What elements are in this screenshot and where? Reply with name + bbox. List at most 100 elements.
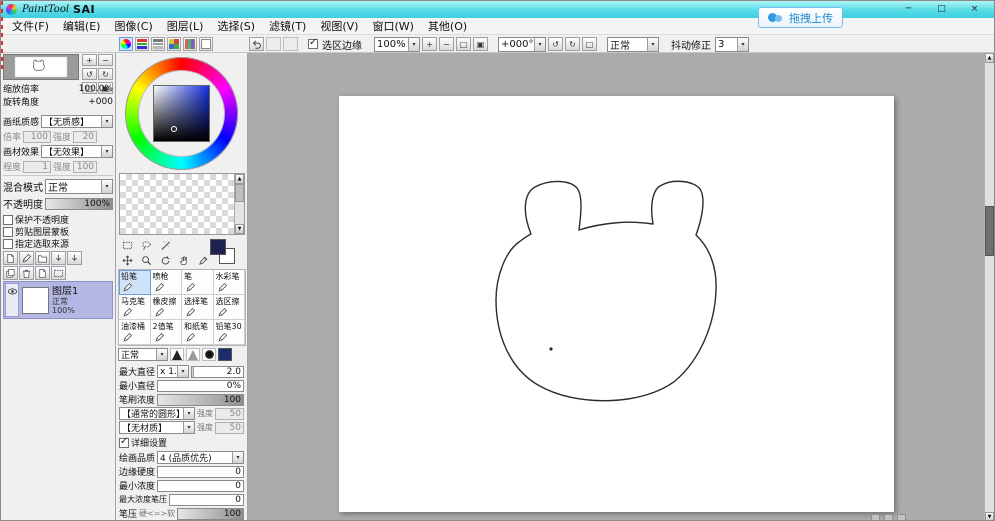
undo-button[interactable] xyxy=(249,37,264,51)
tool-airbrush[interactable]: 喷枪 xyxy=(151,270,183,295)
minimize-button[interactable]: ─ xyxy=(894,2,923,17)
navigator-zoom-in-button[interactable]: + xyxy=(82,54,97,66)
paper-scale-slider[interactable]: 100 xyxy=(23,131,51,143)
paper-texture-select[interactable]: 【无质感】▾ xyxy=(41,115,113,128)
tool-pen[interactable]: 笔 xyxy=(182,270,214,295)
zoom-out-button[interactable]: − xyxy=(439,37,454,51)
shape-strength-slider[interactable]: 50 xyxy=(215,408,244,420)
status-icon[interactable] xyxy=(871,514,880,521)
layer-opacity-slider[interactable]: 100% xyxy=(45,198,113,210)
menu-select[interactable]: 选择(S) xyxy=(210,17,262,35)
merge-down-button[interactable] xyxy=(67,251,82,265)
clipping-group-checkbox[interactable] xyxy=(3,227,13,237)
maximize-button[interactable]: □ xyxy=(927,2,956,17)
scrollbar-thumb[interactable] xyxy=(985,206,994,256)
scratchpad-scroll-up[interactable]: ▲ xyxy=(235,174,244,184)
max-diameter-slider[interactable]: 2.0 xyxy=(191,366,244,378)
advanced-settings-checkbox[interactable] xyxy=(119,438,129,448)
tool-eraser[interactable]: 橡皮擦 xyxy=(151,295,183,320)
brush-texture-select[interactable]: 【无材质】▾ xyxy=(119,421,195,434)
brush-tip-round-icon[interactable] xyxy=(202,348,216,361)
blend-mode-select[interactable]: 正常▾ xyxy=(45,179,113,194)
texture-strength-slider[interactable]: 50 xyxy=(215,422,244,434)
angle-select[interactable]: +000°▾ xyxy=(498,37,546,52)
tool-pencil[interactable]: 铅笔 xyxy=(119,270,151,295)
preserve-opacity-checkbox[interactable] xyxy=(3,215,13,225)
navigator-rotate-cw-button[interactable]: ↻ xyxy=(98,68,113,80)
layer-item-selected[interactable]: 图层1 正常 100% xyxy=(3,281,113,319)
tool-marker[interactable]: 马克笔 xyxy=(119,295,151,320)
duplicate-layer-button[interactable] xyxy=(3,266,18,280)
scratchpad-scroll-down[interactable]: ▼ xyxy=(235,224,244,234)
hand-tool[interactable] xyxy=(176,254,192,267)
rotate-cw-button[interactable]: ↻ xyxy=(565,37,580,51)
tool-watercolor[interactable]: 水彩笔 xyxy=(214,270,246,295)
menu-layer[interactable]: 图层(L) xyxy=(160,17,211,35)
clear-layer-button[interactable] xyxy=(35,266,50,280)
toolbar-button-2[interactable] xyxy=(266,37,281,51)
selection-edge-checkbox[interactable] xyxy=(308,39,318,49)
status-icon[interactable] xyxy=(884,514,893,521)
zoom-fit-button[interactable]: □ xyxy=(456,37,471,51)
scratchpad-scroll-thumb[interactable] xyxy=(235,184,244,202)
magic-wand-tool[interactable] xyxy=(157,239,173,252)
max-density-pressure-slider[interactable]: 0 xyxy=(169,494,244,506)
eyedropper-tool[interactable] xyxy=(195,254,211,267)
drawing-canvas[interactable] xyxy=(339,96,894,512)
drag-upload-button[interactable]: 拖拽上传 xyxy=(758,7,843,28)
new-linework-layer-button[interactable] xyxy=(19,251,34,265)
canvas-viewport[interactable] xyxy=(248,53,986,521)
menu-window[interactable]: 窗口(W) xyxy=(365,17,420,35)
delete-layer-button[interactable] xyxy=(19,266,34,280)
new-layer-button[interactable] xyxy=(3,251,18,265)
layer-visibility-toggle[interactable] xyxy=(5,283,19,317)
menu-edit[interactable]: 编辑(E) xyxy=(56,17,108,35)
selection-mode-select[interactable]: 正常▾ xyxy=(607,37,659,52)
min-diameter-slider[interactable]: 0% xyxy=(157,380,244,392)
status-icon[interactable] xyxy=(897,514,906,521)
layer-thumbnail[interactable] xyxy=(22,287,49,314)
transfer-down-button[interactable] xyxy=(51,251,66,265)
effect-strength-slider[interactable]: 100 xyxy=(73,161,97,173)
stabilizer-select[interactable]: 3▾ xyxy=(715,37,749,52)
toolbar-button-3[interactable] xyxy=(283,37,298,51)
move-tool[interactable] xyxy=(119,254,135,267)
color-mixer-tab[interactable] xyxy=(167,37,181,51)
tool-bucket[interactable]: 油漆桶 xyxy=(119,320,151,345)
title-bar[interactable]: PaintTool SAI ─ □ × xyxy=(1,1,994,18)
color-wheel[interactable] xyxy=(125,57,238,170)
close-button[interactable]: × xyxy=(960,2,989,17)
scratchpad-scrollbar[interactable]: ▲ ▼ xyxy=(234,174,244,234)
selection-source-checkbox[interactable] xyxy=(3,239,13,249)
brush-blend-select[interactable]: 正常▾ xyxy=(118,348,168,361)
brush-preview-swatch[interactable] xyxy=(218,348,232,361)
paper-strength-slider[interactable]: 20 xyxy=(73,131,97,143)
color-wheel-tab[interactable] xyxy=(119,37,133,51)
menu-file[interactable]: 文件(F) xyxy=(5,17,56,35)
tool-pencil30[interactable]: 铅笔30 xyxy=(214,320,246,345)
navigator-zoom-out-button[interactable]: − xyxy=(98,54,113,66)
layer-mask-button[interactable] xyxy=(51,266,66,280)
rotate-view-tool[interactable] xyxy=(157,254,173,267)
rotate-ccw-button[interactable]: ↺ xyxy=(548,37,563,51)
scroll-up-button[interactable]: ▲ xyxy=(985,53,994,63)
primary-color-swatch[interactable] xyxy=(210,239,226,255)
zoom-tool[interactable] xyxy=(138,254,154,267)
brush-density-slider[interactable]: 100 xyxy=(157,394,244,406)
menu-others[interactable]: 其他(O) xyxy=(421,17,474,35)
saturation-value-square[interactable] xyxy=(154,86,209,141)
menu-view[interactable]: 视图(V) xyxy=(313,17,365,35)
zoom-in-button[interactable]: + xyxy=(422,37,437,51)
hsv-sliders-tab[interactable] xyxy=(151,37,165,51)
navigator-rotate-ccw-button[interactable]: ↺ xyxy=(82,68,97,80)
scroll-down-button[interactable]: ▼ xyxy=(985,512,994,521)
tool-select-pen[interactable]: 选择笔 xyxy=(182,295,214,320)
menu-image[interactable]: 图像(C) xyxy=(107,17,159,35)
tool-deselect-pen[interactable]: 选区擦 xyxy=(214,295,246,320)
quality-select[interactable]: 4 (品质优先)▾ xyxy=(157,451,244,464)
pen-pressure-slider[interactable]: 100 xyxy=(177,508,244,520)
material-effect-select[interactable]: 【无效果】▾ xyxy=(41,145,113,158)
brush-tip-soft-icon[interactable] xyxy=(186,348,200,361)
angle-reset-button[interactable]: □ xyxy=(582,37,597,51)
scratchpad[interactable]: ▲ ▼ xyxy=(119,173,245,235)
